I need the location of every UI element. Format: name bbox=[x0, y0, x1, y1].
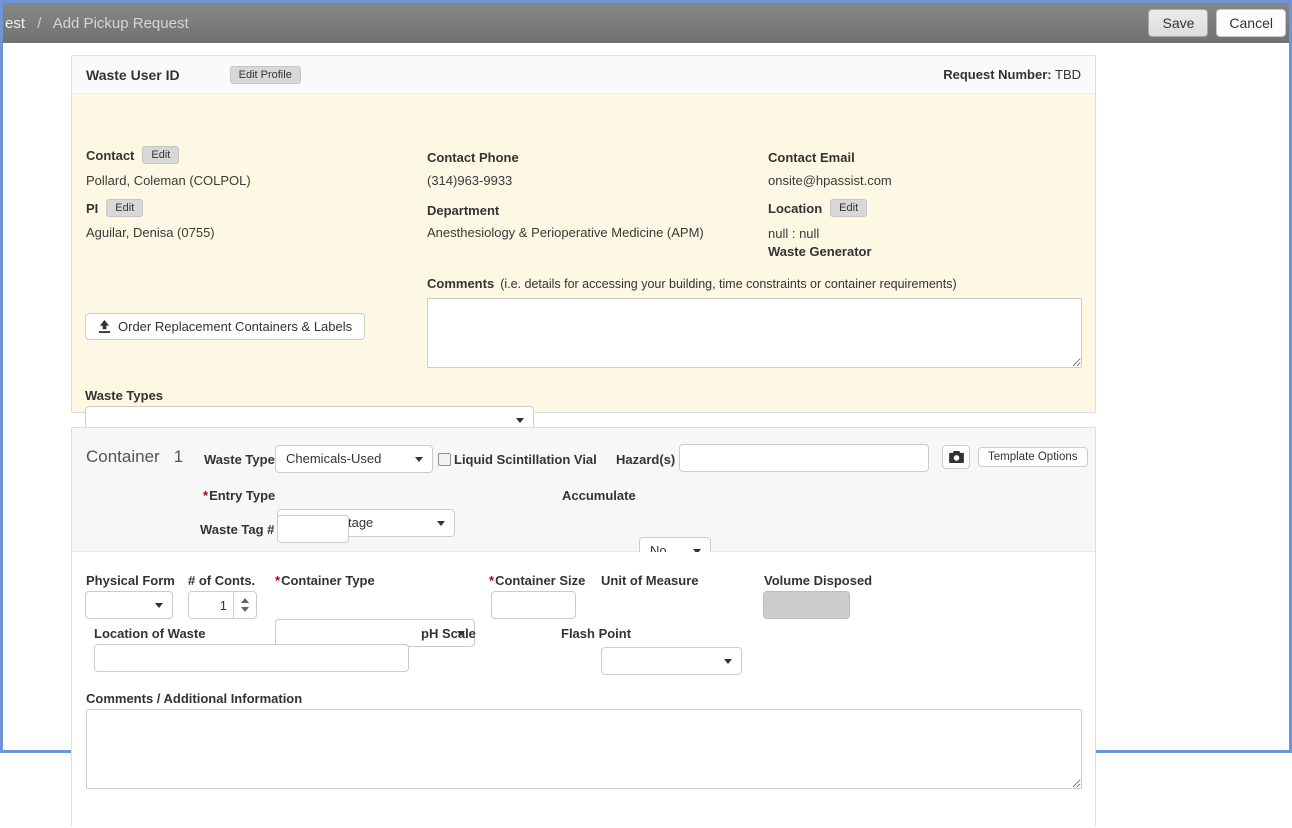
waste-user-panel: Waste User ID Edit Profile Request Numbe… bbox=[71, 55, 1096, 413]
container-size-required: * bbox=[489, 573, 494, 588]
comments-label: Comments bbox=[427, 276, 494, 291]
request-number-label: Request Number: bbox=[943, 67, 1051, 82]
cancel-button[interactable]: Cancel bbox=[1216, 9, 1286, 37]
pi-value: Aguilar, Denisa (0755) bbox=[86, 225, 215, 240]
pi-label: PI bbox=[86, 201, 98, 216]
contact-edit-button[interactable]: Edit bbox=[142, 146, 179, 164]
breadcrumb-current: Add Pickup Request bbox=[53, 15, 189, 32]
entry-type-label: Entry Type bbox=[209, 488, 275, 503]
contact-label: Contact bbox=[86, 148, 134, 163]
department-value: Anesthesiology & Perioperative Medicine … bbox=[427, 225, 704, 240]
lsv-label: Liquid Scintillation Vial bbox=[454, 452, 597, 467]
location-of-waste-label: Location of Waste bbox=[94, 626, 205, 641]
unit-of-measure-label: Unit of Measure bbox=[601, 573, 699, 588]
physical-form-select[interactable] bbox=[85, 591, 173, 619]
waste-generator-label: Waste Generator bbox=[768, 244, 872, 259]
waste-user-panel-body: Contact Edit Pollard, Coleman (COLPOL) P… bbox=[72, 94, 1095, 412]
volume-disposed-input bbox=[763, 591, 850, 619]
breadcrumb: est / Add Pickup Request bbox=[5, 15, 189, 32]
num-conts-stepper[interactable] bbox=[188, 591, 257, 619]
arrow-up-icon[interactable] bbox=[241, 598, 249, 603]
unit-of-measure-select[interactable] bbox=[601, 647, 742, 675]
container-type-label: Container Type bbox=[281, 573, 375, 588]
template-options-button[interactable]: Template Options bbox=[978, 447, 1088, 467]
comments-textarea[interactable] bbox=[427, 298, 1082, 368]
request-number: Request Number: TBD bbox=[943, 67, 1081, 82]
location-of-waste-input[interactable] bbox=[94, 644, 409, 672]
location-label: Location bbox=[768, 201, 822, 216]
container-size-label: Container Size bbox=[495, 573, 585, 588]
stepper-arrows[interactable] bbox=[233, 592, 256, 618]
order-replacement-label: Order Replacement Containers & Labels bbox=[118, 319, 352, 334]
num-conts-label: # of Conts. bbox=[188, 573, 255, 588]
edit-profile-button[interactable]: Edit Profile bbox=[230, 66, 301, 84]
pi-edit-button[interactable]: Edit bbox=[106, 199, 143, 217]
contact-value: Pollard, Coleman (COLPOL) bbox=[86, 173, 251, 188]
accumulate-label: Accumulate bbox=[562, 488, 636, 503]
top-toolbar: est / Add Pickup Request Save Cancel bbox=[3, 3, 1289, 43]
waste-type-select[interactable]: Chemicals-Used bbox=[275, 445, 433, 473]
waste-tag-input[interactable] bbox=[277, 515, 349, 543]
entry-type-required: * bbox=[203, 488, 208, 503]
num-conts-input[interactable] bbox=[189, 592, 233, 618]
contact-phone-label: Contact Phone bbox=[427, 150, 519, 165]
camera-icon bbox=[949, 451, 964, 463]
camera-button[interactable] bbox=[942, 445, 970, 469]
container-body: Physical Form # of Conts. *Container Typ… bbox=[72, 552, 1095, 828]
chevron-down-icon bbox=[437, 521, 445, 526]
container-section: Container 1 Waste Type Chemicals-Used Li… bbox=[71, 427, 1096, 827]
chevron-down-icon bbox=[415, 457, 423, 462]
container-header: Container 1 Waste Type Chemicals-Used Li… bbox=[72, 428, 1095, 552]
container-comments-label: Comments / Additional Information bbox=[86, 691, 302, 706]
location-edit-button[interactable]: Edit bbox=[830, 199, 867, 217]
container-number: 1 bbox=[174, 447, 183, 467]
waste-type-select-value: Chemicals-Used bbox=[286, 451, 381, 466]
hazards-input[interactable] bbox=[679, 444, 929, 472]
contact-email-label: Contact Email bbox=[768, 150, 855, 165]
waste-tag-label: Waste Tag # bbox=[200, 522, 274, 537]
container-title: Container bbox=[86, 447, 160, 467]
breadcrumb-separator: / bbox=[37, 15, 41, 32]
location-value: null : null bbox=[768, 226, 819, 241]
request-number-value: TBD bbox=[1055, 67, 1081, 82]
chevron-down-icon bbox=[155, 603, 163, 608]
upload-icon bbox=[98, 320, 111, 333]
department-label: Department bbox=[427, 203, 499, 218]
container-size-input[interactable] bbox=[491, 591, 576, 619]
panel-title: Waste User ID bbox=[86, 67, 180, 83]
waste-user-panel-header: Waste User ID Edit Profile Request Numbe… bbox=[72, 56, 1095, 94]
order-replacement-button[interactable]: Order Replacement Containers & Labels bbox=[85, 313, 365, 340]
waste-types-label: Waste Types bbox=[85, 388, 163, 403]
flash-point-label: Flash Point bbox=[561, 626, 631, 641]
lsv-checkbox[interactable] bbox=[438, 453, 451, 466]
container-comments-textarea[interactable] bbox=[86, 709, 1082, 789]
contact-phone-value: (314)963-9933 bbox=[427, 173, 512, 188]
hazards-label: Hazard(s) bbox=[616, 452, 675, 467]
comments-hint: (i.e. details for accessing your buildin… bbox=[500, 277, 956, 291]
volume-disposed-label: Volume Disposed bbox=[764, 573, 872, 588]
ph-scale-label: pH Scale bbox=[421, 626, 476, 641]
save-button[interactable]: Save bbox=[1148, 9, 1208, 37]
contact-email-value: onsite@hpassist.com bbox=[768, 173, 892, 188]
chevron-down-icon bbox=[724, 659, 732, 664]
chevron-down-icon bbox=[516, 418, 524, 423]
container-type-required: * bbox=[275, 573, 280, 588]
waste-type-label: Waste Type bbox=[204, 452, 275, 467]
breadcrumb-previous[interactable]: est bbox=[5, 15, 25, 32]
arrow-down-icon[interactable] bbox=[241, 607, 249, 612]
physical-form-label: Physical Form bbox=[86, 573, 175, 588]
